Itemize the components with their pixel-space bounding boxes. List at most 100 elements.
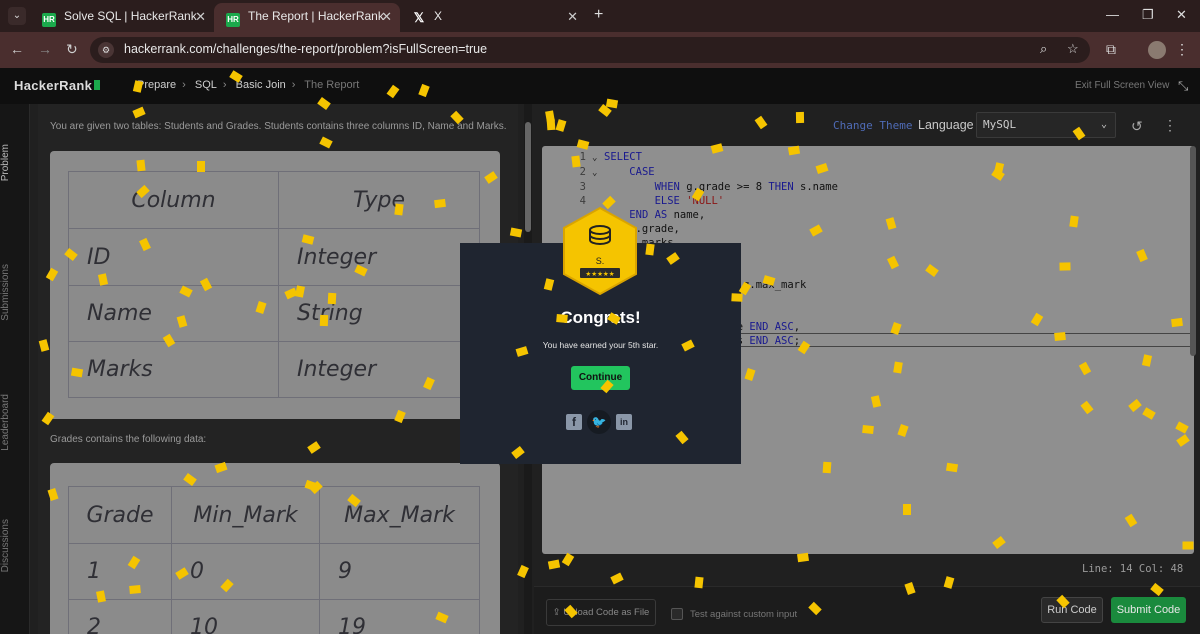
zoom-icon[interactable]: ⌕ xyxy=(1040,41,1047,57)
submit-code-button[interactable]: Submit Code xyxy=(1111,597,1186,623)
confetti-piece xyxy=(319,314,329,327)
confetti-piece xyxy=(731,293,743,302)
collapse-icon[interactable]: ⤡ xyxy=(1178,78,1188,94)
table-cell: 2 xyxy=(68,599,172,634)
nav-discussions[interactable]: Discussions xyxy=(0,519,30,572)
table-header: Column xyxy=(68,171,279,229)
hackerrank-logo[interactable]: HackerRank xyxy=(14,78,101,93)
twitter-icon[interactable]: 🐦 xyxy=(591,414,607,430)
grades-intro: Grades contains the following data: xyxy=(50,434,207,445)
history-icon[interactable]: ↺ xyxy=(1131,118,1143,135)
tab-title: X xyxy=(434,9,443,23)
x-favicon-icon: 𝕏 xyxy=(413,10,425,25)
linkedin-icon[interactable]: in xyxy=(616,414,632,430)
url-field[interactable]: ⚙ hackerrank.com/challenges/the-report/p… xyxy=(90,37,1090,63)
students-table: Column Type ID Integer Name String Marks Int… xyxy=(68,171,480,398)
custom-input-label: Test against custom input xyxy=(690,609,798,620)
code-text: WHEN g.grade >= 8 THEN s.name xyxy=(654,181,838,193)
modal-message: You have earned your 5th star. xyxy=(542,340,659,350)
code-text: CASE xyxy=(629,166,655,178)
breadcrumb-basic-join[interactable]: Basic Join xyxy=(236,79,286,91)
confetti-piece xyxy=(795,111,805,124)
confetti-piece xyxy=(545,110,555,123)
table-header: Max_Mark xyxy=(319,486,480,544)
breadcrumb-prepare[interactable]: Prepare xyxy=(137,79,176,91)
exit-fullscreen-link[interactable]: Exit Full Screen View xyxy=(1075,80,1169,91)
confetti-piece xyxy=(694,576,704,589)
restore-icon[interactable]: ❐ xyxy=(1142,7,1154,23)
breadcrumb-current: The Report xyxy=(304,79,360,91)
modal-title: Congrats! xyxy=(560,308,641,327)
tab-the-report[interactable]: HR The Report | HackerRank ✕ xyxy=(214,3,400,32)
upload-icon: ⇪ xyxy=(552,607,564,618)
confetti-piece xyxy=(862,424,874,435)
more-options-icon[interactable]: ⋮ xyxy=(1163,117,1177,134)
forward-icon[interactable]: → xyxy=(38,41,52,57)
confetti-piece xyxy=(394,203,404,216)
close-tab-icon[interactable]: ✕ xyxy=(567,3,578,30)
tab-title: Solve SQL | HackerRank xyxy=(64,9,197,23)
editor-scrollbar[interactable] xyxy=(1190,146,1196,356)
confetti-piece xyxy=(327,292,337,305)
confetti-piece xyxy=(1059,262,1071,271)
table-cell: Name xyxy=(68,285,279,342)
confetti-piece xyxy=(1171,317,1183,328)
address-bar-row: ← → ↻ ⚙ hackerrank.com/challenges/the-re… xyxy=(0,32,1200,68)
table-cell: 9 xyxy=(319,543,480,600)
confetti-piece xyxy=(903,504,911,515)
confetti-piece xyxy=(136,159,146,172)
upload-code-button[interactable]: ⇪ Upload Code as File xyxy=(546,599,656,626)
chevron-down-icon: ⌄ xyxy=(1100,119,1107,130)
table-header: Grade xyxy=(68,486,172,544)
table-cell: 1 xyxy=(68,543,172,600)
confetti-piece xyxy=(556,314,568,323)
minimize-icon[interactable]: — xyxy=(1106,7,1119,22)
problem-intro: You are given two tables: Students and G… xyxy=(50,121,507,132)
change-theme-link[interactable]: Change Theme xyxy=(833,119,912,132)
back-icon[interactable]: ← xyxy=(10,41,24,57)
tab-search-button[interactable]: ⌄ xyxy=(8,7,26,25)
breadcrumb: Prepare › SQL › Basic Join › The Report xyxy=(137,79,360,91)
nav-leaderboard[interactable]: Leaderboard xyxy=(0,394,30,451)
window-close-icon[interactable]: ✕ xyxy=(1176,7,1187,23)
tab-title: The Report | HackerRank xyxy=(248,9,384,23)
extensions-icon[interactable]: ⧉ xyxy=(1106,41,1116,58)
confetti-piece xyxy=(1054,331,1066,342)
table-header: Type xyxy=(278,171,480,229)
code-line[interactable]: 2 ⌄ CASE xyxy=(556,165,838,180)
close-tab-icon[interactable]: ✕ xyxy=(195,3,206,30)
reload-icon[interactable]: ↻ xyxy=(66,41,78,58)
custom-input-checkbox[interactable] xyxy=(671,608,683,620)
confetti-piece xyxy=(571,155,581,168)
new-tab-button[interactable]: + xyxy=(594,6,603,24)
tab-x[interactable]: 𝕏X ✕ xyxy=(400,3,586,32)
confetti-piece xyxy=(1182,541,1194,550)
table-cell: 0 xyxy=(171,543,320,600)
language-label: Language xyxy=(918,118,974,132)
browser-menu-icon[interactable]: ⋮ xyxy=(1175,41,1189,58)
nav-problem[interactable]: Problem xyxy=(0,144,30,181)
confetti-piece xyxy=(945,462,959,473)
tab-solve-sql[interactable]: HR Solve SQL | HackerRank ✕ xyxy=(30,3,214,32)
table-cell: Marks xyxy=(68,341,279,398)
fold-chevron-icon[interactable]: ⌄ xyxy=(592,166,604,180)
fold-chevron-icon[interactable]: ⌄ xyxy=(592,151,604,165)
confetti-piece xyxy=(129,585,141,594)
confetti-piece xyxy=(434,198,446,209)
run-code-button[interactable]: Run Code xyxy=(1041,597,1103,623)
close-tab-icon[interactable]: ✕ xyxy=(381,3,392,30)
confetti-piece xyxy=(197,161,205,172)
table-cell: Integer xyxy=(278,341,480,398)
breadcrumb-sql[interactable]: SQL xyxy=(195,79,217,91)
language-select[interactable]: MySQL ⌄ xyxy=(976,112,1116,138)
nav-submissions[interactable]: Submissions xyxy=(0,264,30,321)
confetti-piece xyxy=(822,461,832,474)
facebook-icon[interactable]: f xyxy=(566,414,582,430)
cursor-position: Line: 14 Col: 48 xyxy=(1082,563,1184,575)
bookmark-star-icon[interactable]: ☆ xyxy=(1067,41,1079,57)
browser-tab-bar: ⌄ HR Solve SQL | HackerRank ✕ HR The Repor… xyxy=(0,0,1200,32)
profile-avatar[interactable] xyxy=(1148,41,1166,59)
table-cell: 10 xyxy=(171,599,320,634)
table-cell: 19 xyxy=(319,599,480,634)
site-info-icon[interactable]: ⚙ xyxy=(98,42,114,58)
